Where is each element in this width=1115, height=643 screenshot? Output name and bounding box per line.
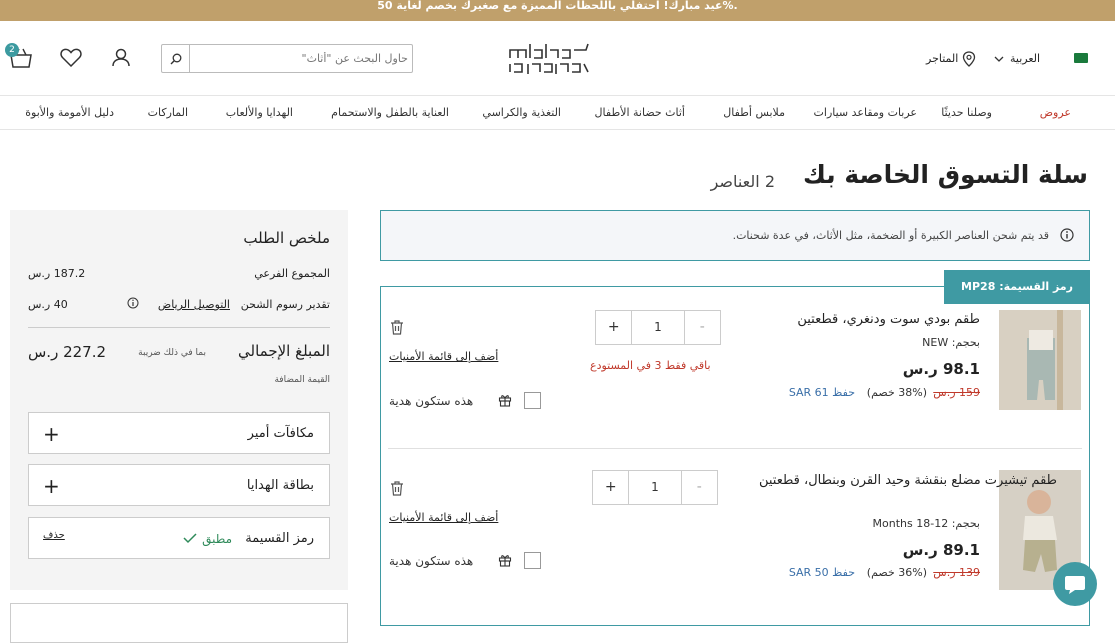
total-value: 227.2 ر.س (28, 343, 107, 361)
trash-icon[interactable] (390, 319, 404, 335)
saving-amount: حفظ SAR 50 (788, 566, 855, 579)
info-icon[interactable] (127, 297, 139, 309)
saving-amount: حفظ SAR 61 (788, 386, 855, 399)
quantity-value[interactable]: 1 (628, 471, 682, 504)
search-input[interactable] (192, 47, 408, 70)
logo-mark-icon (509, 43, 589, 74)
gift-icon (498, 393, 512, 407)
shipping-value: 40 ر.س (28, 298, 68, 311)
search-icon (170, 53, 181, 64)
item-divider (388, 448, 1082, 449)
product-image[interactable] (999, 310, 1081, 410)
plus-icon: + (43, 422, 60, 446)
search-button[interactable] (162, 45, 190, 72)
chevron-down-icon[interactable] (994, 55, 1004, 63)
nav-item-guide[interactable]: دليل الأمومة والأبوة (25, 106, 114, 119)
saudi-flag-icon[interactable] (1074, 53, 1088, 63)
gift-label: هذه ستكون هدية (389, 554, 474, 568)
item-count: 2 العناصر (710, 172, 775, 191)
product-price: 98.1 ر.س (902, 360, 980, 378)
old-price: 159 ر.س (933, 386, 980, 399)
nav-item-nursery[interactable]: أثاث حضانة الأطفال (595, 106, 685, 119)
search-box[interactable] (161, 44, 413, 73)
user-icon[interactable] (111, 47, 131, 67)
nav-item-brands[interactable]: الماركات (148, 106, 188, 119)
coupon-tag: رمز القسيمة: MP28 (944, 270, 1090, 304)
discount-percent: (36% خصم) (866, 566, 927, 579)
nav-item-strollers[interactable]: عربات ومقاعد سيارات (814, 106, 917, 119)
quantity-value[interactable]: 1 (631, 311, 685, 344)
product-price: 89.1 ر.س (902, 541, 980, 559)
notice-text: قد يتم شحن العناصر الكبيرة أو الضخمة، مث… (732, 229, 1049, 242)
gift-checkbox[interactable] (524, 552, 541, 569)
total-label: المبلغ الإجمالي (238, 342, 330, 360)
old-price: 139 ر.س (933, 566, 980, 579)
product-size: بحجم: 12-18 Months (872, 517, 981, 530)
shipping-notice: قد يتم شحن العناصر الكبيرة أو الضخمة، مث… (380, 210, 1090, 261)
giftcard-accordion[interactable]: بطاقة الهدايا + (28, 464, 330, 506)
trash-icon[interactable] (390, 480, 404, 496)
quantity-stepper[interactable]: + 1 - (595, 310, 721, 345)
promo-text: عيد مبارك! احتفلي باللحظات المميزة مع صغ… (377, 0, 738, 12)
increase-button[interactable]: + (593, 471, 628, 504)
rewards-accordion[interactable]: مكافآت أمير + (28, 412, 330, 454)
order-summary: ملخص الطلب المجموع الفرعي 187.2 ر.س تقدي… (10, 210, 348, 590)
logo[interactable] (506, 38, 592, 78)
stock-warning: باقي فقط 3 في المستودع (590, 359, 711, 372)
product-thumbnail-icon (999, 310, 1081, 410)
check-icon (183, 532, 197, 544)
nav-item-feeding[interactable]: التغذية والكراسي (482, 106, 561, 119)
info-icon (1060, 228, 1074, 242)
subtotal-label: المجموع الفرعي (254, 267, 330, 280)
shipping-label: تقدير رسوم الشحن (240, 298, 330, 311)
chat-icon (1065, 576, 1085, 594)
summary-title: ملخص الطلب (243, 229, 330, 247)
promo-bar: عيد مبارك! احتفلي باللحظات المميزة مع صغ… (0, 0, 1115, 21)
summary-divider (28, 327, 330, 328)
decrease-button[interactable]: - (682, 471, 717, 504)
cart-items-panel (380, 286, 1090, 626)
coupon-accordion[interactable]: رمز القسيمة مطبق حذف (28, 517, 330, 559)
giftcard-label: بطاقة الهدايا (246, 478, 314, 493)
total-note: بما في ذلك ضريبة (138, 348, 206, 358)
gift-icon (498, 553, 512, 567)
total-note-line2: القيمة المضافة (274, 375, 330, 385)
rewards-label: مكافآت أمير (247, 426, 314, 441)
page-title: سلة التسوق الخاصة بك (802, 160, 1088, 189)
stores-link[interactable]: المتاجر (926, 52, 958, 65)
coupon-label: رمز القسيمة (245, 531, 314, 546)
product-name[interactable]: طقم تيشيرت مضلع بنقشة وحيد القرن وبنطال،… (727, 470, 1057, 491)
decrease-button[interactable]: - (685, 311, 720, 344)
nav-item-care[interactable]: العناية بالطفل والاستحمام (331, 106, 449, 119)
chat-button[interactable] (1053, 562, 1097, 606)
gift-label: هذه ستكون هدية (389, 394, 474, 408)
language-selector[interactable]: العربية (1010, 52, 1040, 65)
nav-item-new[interactable]: وصلنا حديثًا (941, 106, 992, 119)
coupon-remove-link[interactable]: حذف (43, 530, 65, 541)
secondary-panel (10, 603, 348, 643)
location-pin-icon[interactable] (962, 51, 976, 67)
product-name[interactable]: طقم بودي سوت ودنغري، قطعتين (720, 312, 980, 327)
discount-percent: (38% خصم) (866, 386, 927, 399)
gift-checkbox[interactable] (524, 392, 541, 409)
add-to-wishlist-link[interactable]: أضف إلى قائمة الأمنيات (389, 511, 498, 524)
heart-icon[interactable] (60, 48, 82, 67)
nav-item-toys[interactable]: الهدايا والألعاب (226, 106, 293, 119)
nav-item-clothes[interactable]: ملابس أطفال (723, 106, 785, 119)
add-to-wishlist-link[interactable]: أضف إلى قائمة الأمنيات (389, 350, 498, 363)
nav-item-offers[interactable]: عروض (1040, 106, 1071, 119)
plus-icon: + (43, 474, 60, 498)
quantity-stepper[interactable]: + 1 - (592, 470, 718, 505)
main-nav: عروض وصلنا حديثًا عربات ومقاعد سيارات مل… (0, 96, 1115, 130)
product-size: بحجم: NEW (922, 336, 980, 349)
coupon-status: مطبق (202, 532, 232, 546)
shipping-city-link[interactable]: التوصيل الرياض (158, 298, 230, 311)
subtotal-value: 187.2 ر.س (28, 267, 86, 280)
cart-count-badge: 2 (5, 43, 19, 57)
increase-button[interactable]: + (596, 311, 631, 344)
